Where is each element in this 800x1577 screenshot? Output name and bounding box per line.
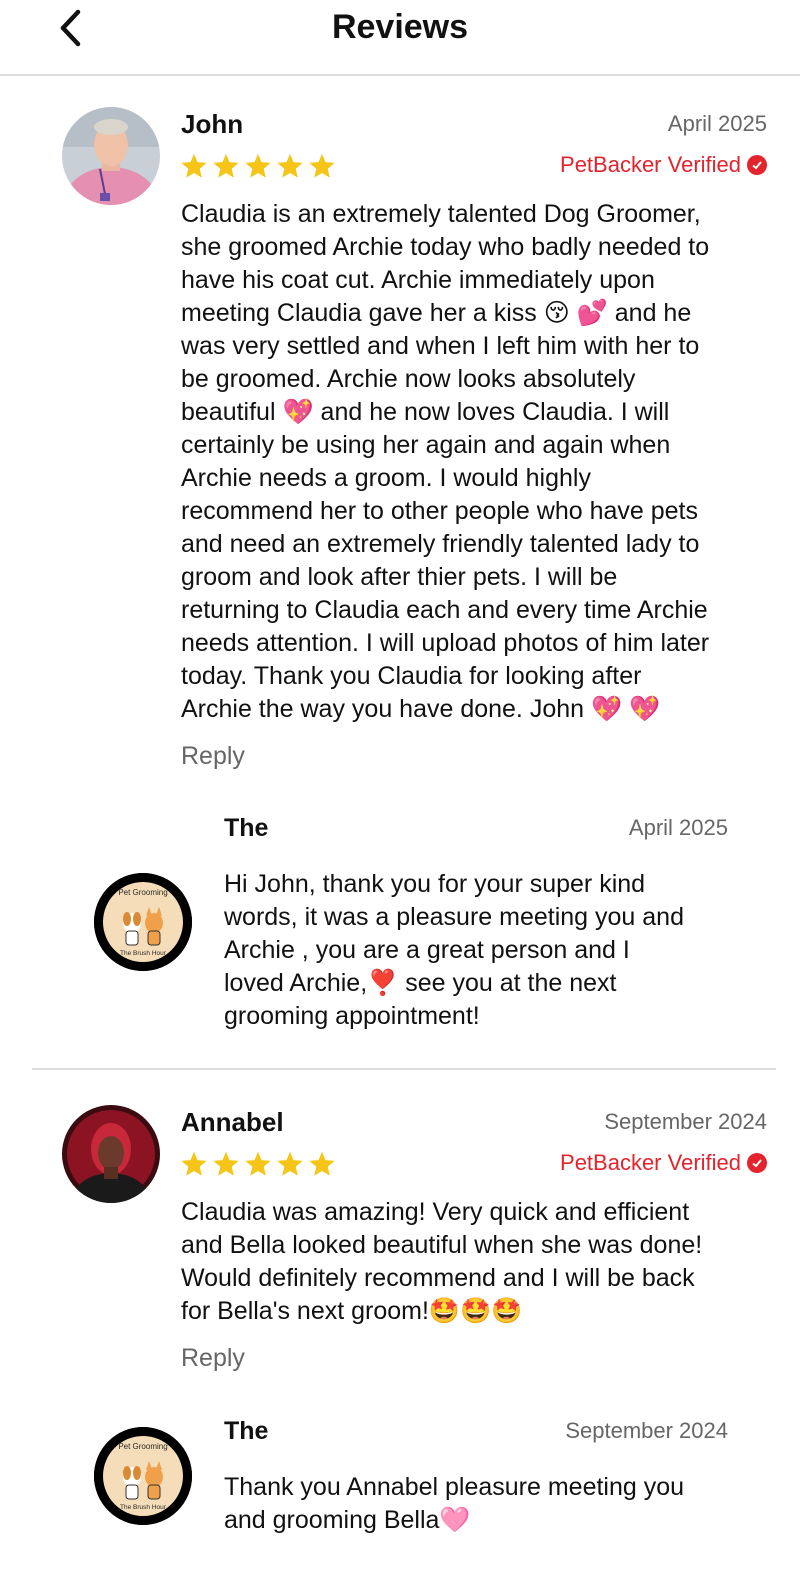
reviewer-name: John [181, 109, 244, 139]
avatar[interactable] [62, 1105, 160, 1203]
verified-badge: PetBacker Verified [560, 150, 767, 180]
verified-badge: PetBacker Verified [560, 1148, 767, 1178]
star-icon [277, 153, 303, 178]
top-bar: Reviews [0, 0, 800, 76]
star-icon [213, 1151, 239, 1176]
check-circle-icon [747, 1153, 767, 1173]
reply-button[interactable]: Reply [181, 740, 245, 772]
response-date: September 2024 [565, 1418, 728, 1443]
responder-name: The [224, 1417, 269, 1445]
response-text: Thank you Annabel pleasure meeting you a… [224, 1473, 685, 1534]
star-icon [245, 1151, 271, 1176]
response-date: April 2025 [628, 815, 728, 840]
responder-name: The [224, 814, 269, 842]
review-date: April 2025 [667, 111, 767, 136]
reply-button[interactable]: Reply [181, 1342, 245, 1374]
logo-text-top: Pet Grooming [118, 1442, 167, 1451]
star-icon [213, 153, 239, 178]
star-icon [309, 153, 335, 178]
review-text: Claudia was amazing! Very quick and effi… [181, 1198, 703, 1325]
verified-label: PetBacker Verified [560, 152, 741, 177]
verified-label: PetBacker Verified [560, 1150, 741, 1175]
avatar[interactable] [62, 107, 160, 205]
review-date: September 2024 [604, 1109, 767, 1134]
business-avatar[interactable]: Pet Grooming The Brush Hour [94, 1427, 192, 1525]
logo-text-top: Pet Grooming [118, 888, 167, 897]
page-title: Reviews [331, 8, 469, 46]
star-icon [181, 153, 207, 178]
logo-text-bottom: The Brush Hour [120, 1504, 167, 1511]
check-circle-icon [747, 155, 767, 175]
star-rating [180, 152, 336, 180]
response-text: Hi John, thank you for your super kind w… [224, 870, 684, 1030]
star-icon [277, 1151, 303, 1176]
business-avatar[interactable]: Pet Grooming The Brush Hour [94, 873, 192, 971]
review-text: Claudia is an extremely talented Dog Gro… [181, 200, 710, 723]
star-icon [181, 1151, 207, 1176]
star-icon [309, 1151, 335, 1176]
logo-text-bottom: The Brush Hour [120, 950, 167, 957]
star-icon [245, 153, 271, 178]
star-rating [180, 1150, 336, 1178]
review-divider [32, 1068, 776, 1070]
reviewer-name: Annabel [181, 1107, 284, 1137]
